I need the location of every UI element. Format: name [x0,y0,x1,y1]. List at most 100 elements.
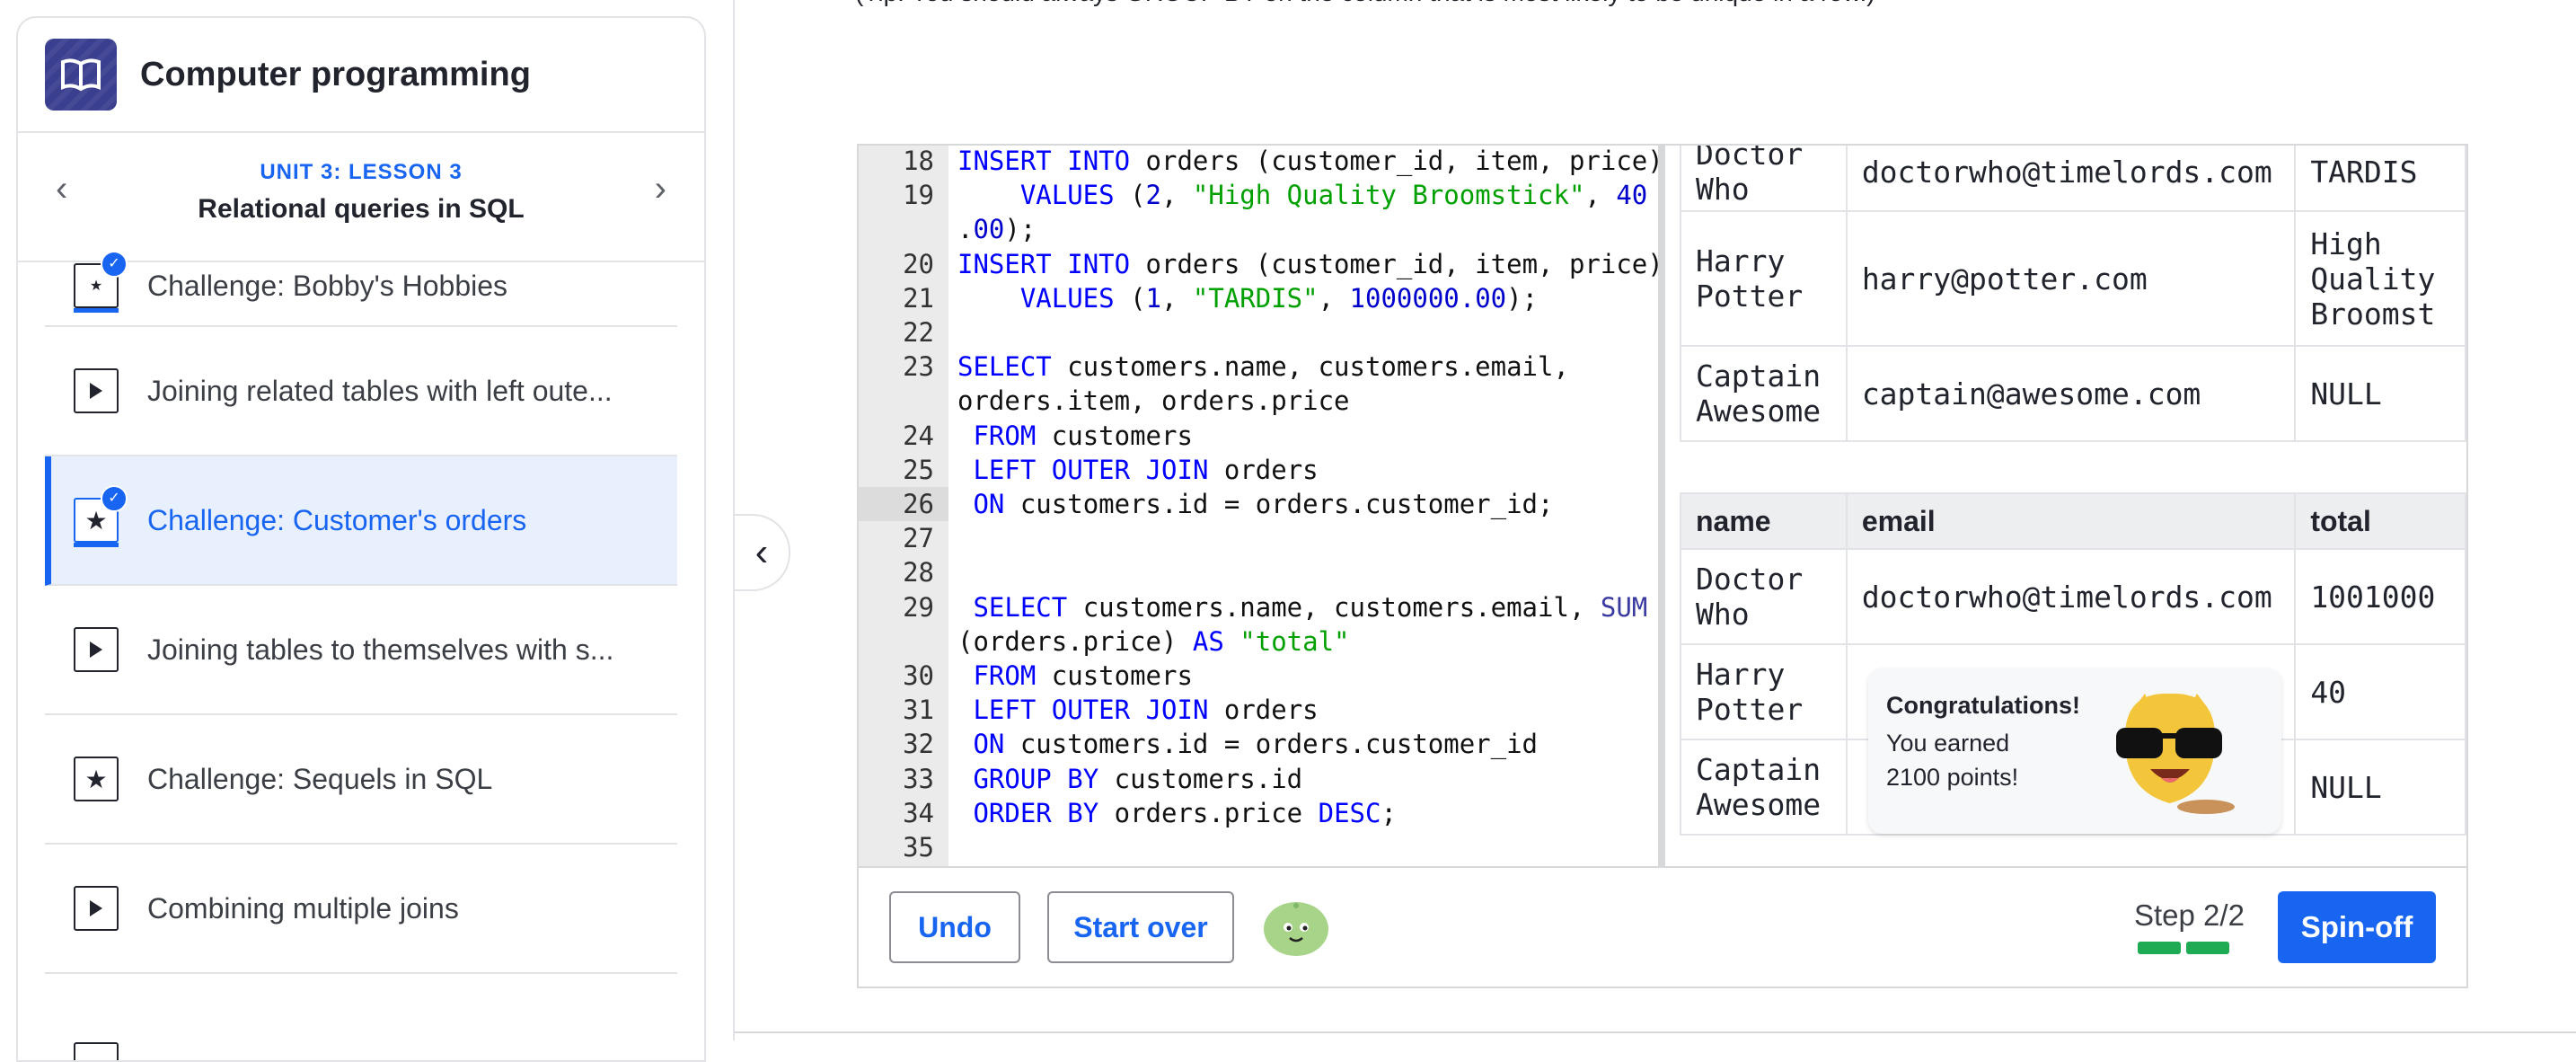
code-line[interactable]: 33 GROUP BY customers.id [859,762,1658,796]
tip-text: (Tip: You should always GROUP BY on the … [855,0,1875,7]
table-row: Doctor Who doctorwho@timelords.com TARDIS [1680,146,2466,212]
lesson-sidebar: Computer programming ‹ UNIT 3: LESSON 3 … [16,16,706,1062]
code-line[interactable]: 27 [859,521,1658,555]
step-progress [2138,942,2229,954]
table-cell: Harry Potter [1680,643,1848,740]
code-text: INSERT INTO orders (customer_id, item, p… [957,248,1658,279]
step-label: Step 2/2 [2134,898,2245,932]
column-header-name: name [1680,492,1848,550]
table-cell: Harry Potter [1680,210,1848,347]
code-line[interactable]: .00); [859,212,1658,246]
table-cell: doctorwho@timelords.com [1845,146,2297,212]
code-line[interactable]: 25 LEFT OUTER JOIN orders [859,453,1658,487]
sidebar-item-label: Combining multiple joins [147,891,459,925]
challenge-frame: 18 INSERT INTO orders (customer_id, item,… [857,144,2468,988]
code-text: LEFT OUTER JOIN orders [973,454,1319,485]
points-toast: Congratulations! You earned 2100 points! [1868,668,2281,834]
table-cell: Captain Awesome [1680,739,1848,836]
code-line[interactable]: 19 VALUES (2, "High Quality Broomstick",… [859,178,1658,212]
sidebar-item-next[interactable] [45,974,677,1060]
avatar-icon[interactable] [1263,895,1329,958]
line-number: 30 [903,660,934,691]
code-text: SELECT customers.name, customers.email, [957,351,1569,383]
code-line[interactable]: 18 INSERT INTO orders (customer_id, item,… [859,146,1658,178]
code-line[interactable]: 26 ON customers.id = orders.customer_id; [859,487,1658,521]
table-cell: 1001000 [2294,548,2466,645]
bottom-toolbar: Undo Start over Step 2/2 Spin-off [859,866,2466,988]
progress-segment [2186,942,2229,954]
table-cell: Captain Awesome [1680,345,1848,442]
book-icon [45,39,117,111]
play-icon [74,627,119,672]
star-icon: ★ ✓ [74,485,128,547]
chevron-right-icon[interactable]: › [655,169,666,209]
code-line[interactable]: 22 [859,315,1658,350]
code-editor[interactable]: 18 INSERT INTO orders (customer_id, item,… [859,146,1658,866]
code-line[interactable]: 29 SELECT customers.name, customers.emai… [859,590,1658,624]
spin-off-button[interactable]: Spin-off [2278,891,2436,963]
line-number: 31 [903,695,934,726]
table-cell: 40 [2294,643,2466,740]
line-number: 27 [903,523,934,554]
code-text: INSERT INTO orders (customer_id, item, p… [957,146,1658,176]
sidebar-item-label: Joining tables to themselves with s... [147,633,614,666]
collapse-sidebar-button[interactable]: ‹ [735,514,790,591]
code-text: VALUES (1, "TARDIS", 1000000.00); [1019,282,1539,314]
sidebar-item-label: Challenge: Customer's orders [147,503,527,536]
mascot-sunglasses-icon [2116,693,2235,814]
table-cell: Doctor Who [1680,548,1848,645]
sidebar-item-self-joins[interactable]: Joining tables to themselves with s... [45,586,677,715]
code-line[interactable]: 30 FROM customers [859,659,1658,693]
lesson-nav: ‹ UNIT 3: LESSON 3 Relational queries in… [18,133,704,262]
chevron-left-icon[interactable]: ‹ [56,169,67,209]
progress-segment [2138,942,2181,954]
check-icon: ✓ [101,485,128,512]
star-icon: ★ ✓ [74,251,128,313]
pane-splitter[interactable] [1658,146,1665,866]
column-header-email: email [1845,492,2297,550]
play-icon [74,1042,119,1060]
table-cell: High Quality Broomst [2294,210,2466,347]
unit-label: UNIT 3: LESSON 3 [260,160,463,184]
code-line[interactable]: 20 INSERT INTO orders (customer_id, item,… [859,247,1658,281]
start-over-button[interactable]: Start over [1047,891,1234,963]
check-icon: ✓ [101,251,128,278]
undo-button[interactable]: Undo [889,891,1020,963]
code-text: orders.item, orders.price [957,385,1350,417]
code-line[interactable]: orders.item, orders.price [859,384,1658,418]
star-icon: ★ [74,757,119,801]
code-line[interactable]: 24 FROM customers [859,419,1658,453]
code-text: (orders.price) AS "total" [957,625,1350,657]
code-line[interactable]: 34 ORDER BY orders.price DESC; [859,796,1658,830]
line-number: 25 [903,454,934,485]
sidebar-item-left-outer-joins[interactable]: Joining related tables with left oute... [45,327,677,456]
code-line[interactable]: (orders.price) AS "total" [859,624,1658,659]
table-cell: NULL [2294,345,2466,442]
line-number: 21 [903,282,934,314]
lesson-title: Relational queries in SQL [198,194,525,224]
code-line[interactable]: 31 LEFT OUTER JOIN orders [859,693,1658,727]
sidebar-item-label: Challenge: Sequels in SQL [147,762,493,795]
code-text: ON customers.id = orders.customer_id [973,729,1539,760]
lesson-item-list: ★ ✓ Challenge: Bobby's Hobbies Joining re… [45,251,677,1060]
code-text: LEFT OUTER JOIN orders [973,695,1319,726]
sidebar-item-bobbys-hobbies[interactable]: ★ ✓ Challenge: Bobby's Hobbies [45,246,677,327]
table-cell: doctorwho@timelords.com [1845,548,2297,645]
line-number: 29 [903,591,934,623]
course-header[interactable]: Computer programming [18,18,704,133]
sidebar-item-multiple-joins[interactable]: Combining multiple joins [45,845,677,974]
code-line[interactable]: 32 ON customers.id = orders.customer_id [859,727,1658,761]
code-line[interactable]: 23 SELECT customers.name, customers.email… [859,350,1658,384]
line-number: 23 [903,351,934,383]
code-line[interactable]: 35 [859,830,1658,864]
code-line[interactable]: 21 VALUES (1, "TARDIS", 1000000.00); [859,281,1658,315]
line-number: 24 [903,420,934,451]
code-line[interactable]: 28 [859,555,1658,589]
column-header-total: total [2294,492,2466,550]
sidebar-item-sequels-in-sql[interactable]: ★ Challenge: Sequels in SQL [45,715,677,845]
line-number: 22 [903,317,934,348]
results-table-1: Doctor Who doctorwho@timelords.com TARDIS H… [1680,146,2466,442]
table-cell: captain@awesome.com [1845,345,2297,442]
sidebar-item-customers-orders[interactable]: ★ ✓ Challenge: Customer's orders [45,456,677,586]
sidebar-item-label: Challenge: Bobby's Hobbies [147,269,508,302]
